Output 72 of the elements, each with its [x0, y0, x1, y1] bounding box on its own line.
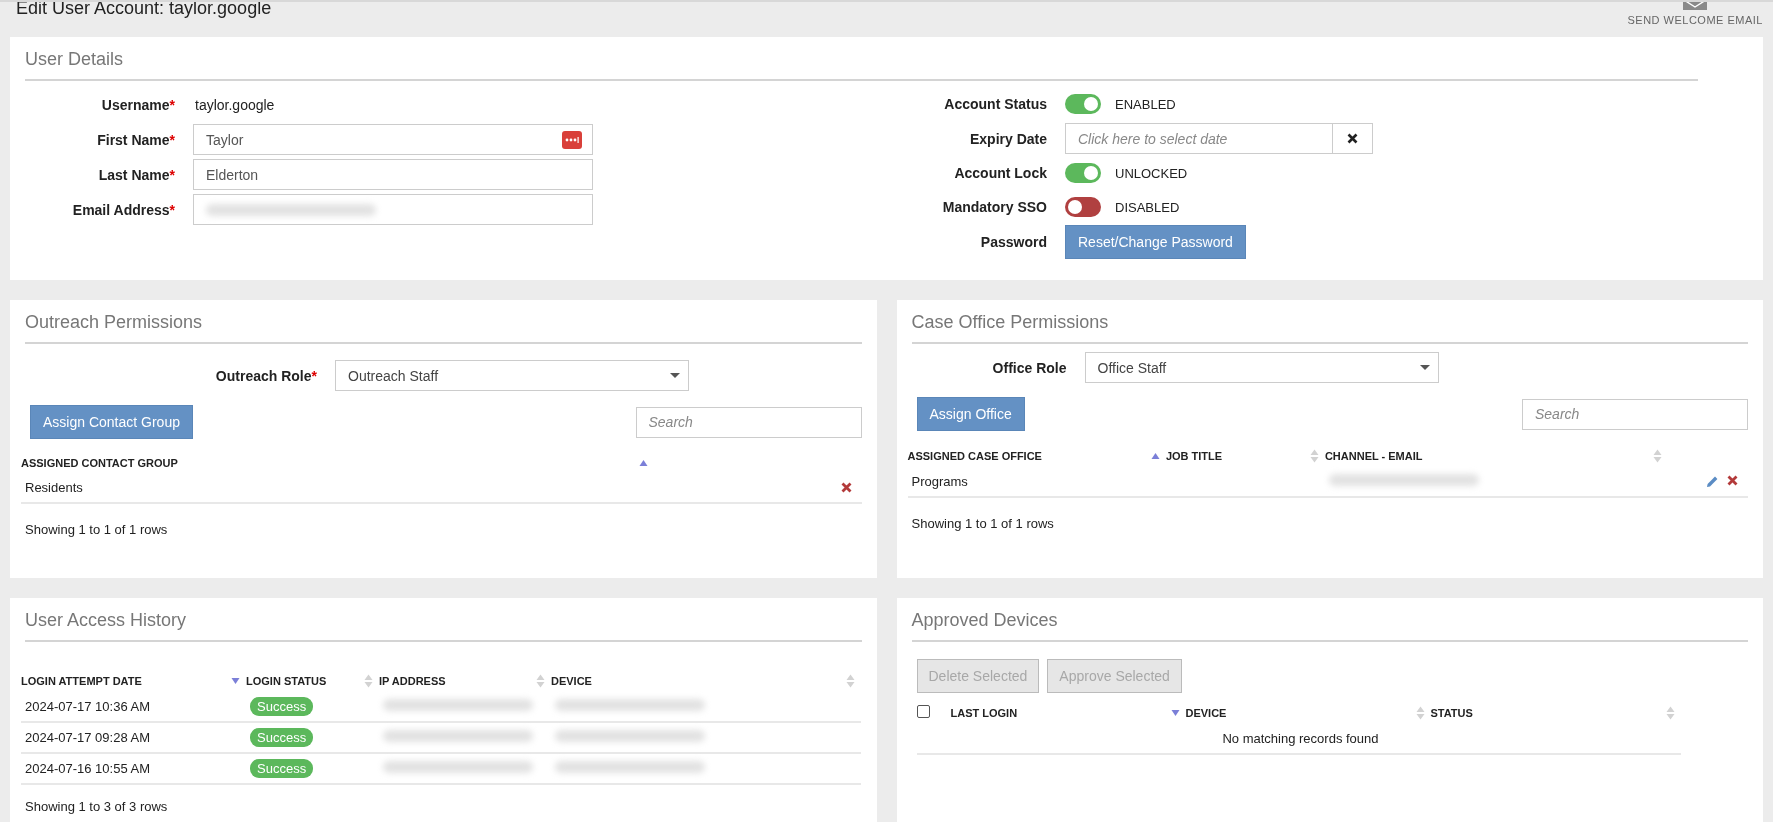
- status-badge: Success: [250, 697, 314, 716]
- empty-message: No matching records found: [1222, 731, 1379, 746]
- reset-password-button[interactable]: Reset/Change Password: [1065, 224, 1246, 259]
- pagination-info: Showing 1 to 3 of 3 rows: [25, 799, 169, 814]
- field-label: Username*: [100, 96, 176, 113]
- password-manager-icon[interactable]: [562, 130, 582, 149]
- field-label: Account Status: [943, 96, 1048, 112]
- email-field[interactable]: [193, 194, 593, 225]
- sort-ascending-icon[interactable]: [638, 459, 648, 467]
- role-dropdown[interactable]: Office Staff: [1084, 352, 1439, 383]
- field-label: Outreach Role*: [214, 367, 318, 384]
- toggle-switch[interactable]: [1065, 94, 1101, 114]
- caret-icon: [1419, 365, 1430, 370]
- field-label: Last Name*: [97, 166, 176, 183]
- field-label: Password: [979, 233, 1048, 250]
- sort-ascending-icon[interactable]: [1150, 452, 1160, 460]
- field-label: Account Lock: [953, 165, 1048, 181]
- toggle-state-label: ENABLED: [1115, 96, 1176, 112]
- table-cell: 2024-07-17 09:28 AM: [25, 730, 151, 745]
- column-header: CHANNEL - EMAIL: [1324, 450, 1423, 462]
- field-label: Mandatory SSO: [941, 199, 1048, 215]
- column-header: LOGIN ATTEMPT DATE: [21, 675, 142, 687]
- toggle-switch[interactable]: [1065, 163, 1101, 183]
- table-cell: Programs: [911, 474, 968, 489]
- assign-office-button[interactable]: Assign Office: [916, 397, 1025, 431]
- send-welcome-email-link[interactable]: SEND WELCOME EMAIL: [1627, 14, 1763, 26]
- field-label: Office Role: [991, 359, 1068, 376]
- column-header: LAST LOGIN: [950, 706, 1018, 719]
- field-label: Expiry Date: [968, 130, 1048, 147]
- pagination-info: Showing 1 to 1 of 1 rows: [25, 522, 169, 537]
- column-header: IP ADDRESS: [379, 675, 446, 687]
- column-header: DEVICE: [1185, 706, 1227, 719]
- assign-contact-group-button[interactable]: Assign Contact Group: [30, 405, 193, 439]
- role-dropdown[interactable]: Outreach Staff: [335, 360, 689, 391]
- sort-descending-icon[interactable]: [231, 677, 240, 685]
- text-field[interactable]: Taylor: [193, 124, 593, 155]
- toggle-state-label: UNLOCKED: [1115, 165, 1188, 181]
- search-field[interactable]: Search: [1522, 398, 1748, 430]
- field-label: First Name*: [96, 131, 176, 148]
- delete-icon[interactable]: [840, 482, 852, 493]
- panel-title: User Details: [25, 49, 1698, 81]
- search-field[interactable]: Search: [635, 406, 862, 438]
- close-icon: [1347, 133, 1358, 144]
- panel-title: Outreach Permissions: [25, 312, 862, 344]
- text-field[interactable]: Elderton: [193, 159, 593, 190]
- username-value: taylor.google: [194, 96, 275, 113]
- column-header: LOGIN STATUS: [246, 675, 327, 687]
- select-all-checkbox[interactable]: [916, 705, 930, 718]
- column-header: JOB TITLE: [1165, 450, 1223, 462]
- toggle-switch[interactable]: [1065, 197, 1101, 217]
- delete-icon[interactable]: [1727, 475, 1738, 486]
- status-badge: Success: [250, 728, 314, 747]
- pencil-icon[interactable]: [1706, 475, 1719, 488]
- column-header: DEVICE: [551, 675, 592, 687]
- panel-title: Approved Devices: [911, 610, 1748, 642]
- column-header: STATUS: [1430, 706, 1473, 719]
- pagination-info: Showing 1 to 1 of 1 rows: [911, 516, 1055, 531]
- status-badge: Success: [250, 759, 314, 778]
- column-header: ASSIGNED CASE OFFICE: [907, 450, 1042, 462]
- panel-title: Case Office Permissions: [911, 312, 1748, 344]
- table-cell: 2024-07-16 10:55 AM: [25, 761, 151, 776]
- envelope-icon[interactable]: [1683, 2, 1708, 10]
- toggle-state-label: DISABLED: [1115, 199, 1180, 215]
- sort-descending-icon[interactable]: [1170, 708, 1180, 717]
- table-cell: 2024-07-17 10:36 AM: [25, 699, 151, 714]
- field-label: Email Address*: [71, 201, 176, 218]
- clear-date-button[interactable]: [1333, 123, 1373, 154]
- table-cell: Residents: [25, 480, 83, 495]
- caret-icon: [670, 373, 680, 378]
- panel-title: User Access History: [25, 610, 862, 642]
- date-field[interactable]: Click here to select date: [1065, 123, 1333, 154]
- column-header: ASSIGNED CONTACT GROUP: [21, 457, 178, 469]
